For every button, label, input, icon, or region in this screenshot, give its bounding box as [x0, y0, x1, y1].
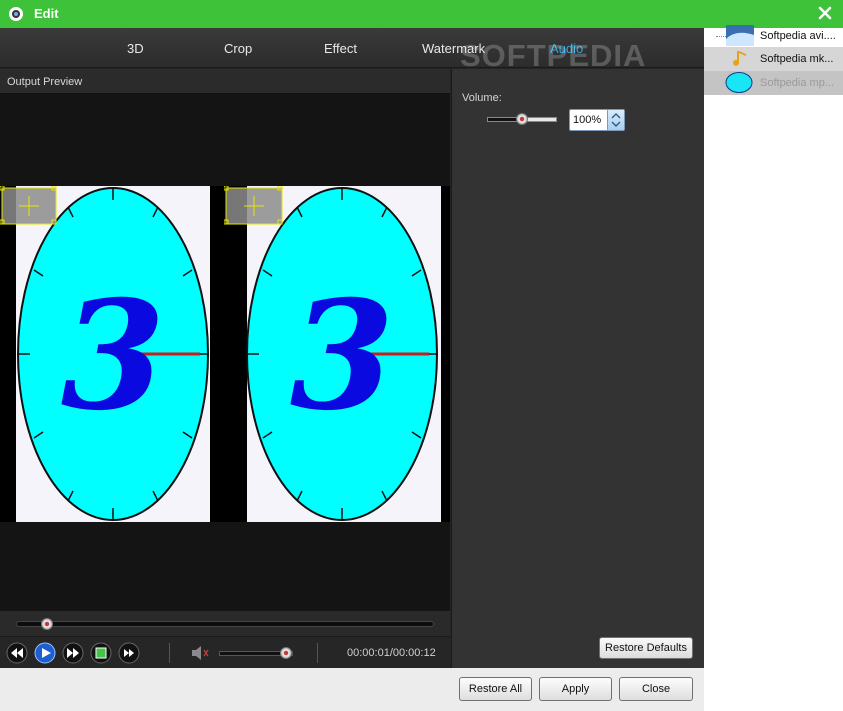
file-name: Softpedia mp... — [760, 77, 834, 89]
edit-tabs: 3D Crop Effect Watermark Audio SOFTPEDIA — [0, 28, 704, 73]
video-thumbnail-icon — [725, 72, 753, 93]
volume-slider-thumb[interactable] — [516, 113, 528, 125]
app-logo-icon — [9, 7, 23, 21]
player-volume-thumb[interactable] — [280, 647, 292, 659]
volume-spinbox[interactable]: 100% — [569, 109, 625, 131]
video-thumbnail-icon — [726, 25, 754, 46]
close-window-icon[interactable] — [817, 5, 833, 21]
audio-settings-panel: Volume: 100% Restore Defaults — [451, 69, 704, 668]
file-item-disabled[interactable]: Softpedia mp... — [704, 71, 843, 95]
player-controls: 00:00:01/00:00:12 — [0, 636, 450, 668]
next-frame-icon[interactable] — [118, 642, 140, 664]
output-preview-panel: Output Preview 3 3 00:00:01/00:00:12 — [0, 69, 450, 668]
fast-forward-icon[interactable] — [62, 642, 84, 664]
play-icon[interactable] — [34, 642, 56, 664]
volume-value[interactable]: 100% — [573, 114, 601, 126]
restore-all-button[interactable]: Restore All — [459, 677, 532, 701]
chevron-up-icon[interactable] — [611, 112, 621, 119]
apply-button[interactable]: Apply — [539, 677, 612, 701]
rewind-icon[interactable] — [6, 642, 28, 664]
file-name: Softpedia avi.... — [760, 30, 836, 42]
window-title: Edit — [34, 6, 59, 21]
file-item-selected[interactable]: Softpedia mk... — [704, 47, 843, 71]
timecode: 00:00:01/00:00:12 — [347, 647, 436, 659]
divider — [317, 643, 318, 663]
tab-crop[interactable]: Crop — [224, 41, 252, 56]
preview-header: Output Preview — [0, 69, 450, 94]
file-name: Softpedia mk... — [760, 53, 834, 65]
countdown-digit: 3 — [61, 268, 165, 444]
speaker-icon[interactable] — [190, 644, 210, 662]
preview-title: Output Preview — [7, 76, 83, 88]
divider — [169, 643, 170, 663]
volume-label: Volume: — [462, 92, 502, 104]
music-note-icon — [733, 51, 746, 66]
video-preview: 3 3 — [0, 186, 450, 522]
seek-thumb[interactable] — [41, 618, 53, 630]
file-item[interactable]: Softpedia avi.... — [704, 24, 843, 48]
seek-bar[interactable] — [16, 621, 434, 627]
close-button[interactable]: Close — [619, 677, 693, 701]
stop-icon[interactable] — [90, 642, 112, 664]
restore-defaults-button[interactable]: Restore Defaults — [599, 637, 693, 659]
volume-stepper[interactable] — [607, 110, 624, 130]
editor-main: 3D Crop Effect Watermark Audio SOFTPEDIA… — [0, 28, 704, 668]
tab-3d[interactable]: 3D — [127, 41, 144, 56]
seek-bar-area — [0, 611, 450, 636]
edit-window: Edit 3D Crop Effect Watermark Audio SOFT… — [0, 0, 843, 711]
chevron-down-icon[interactable] — [611, 121, 621, 128]
tab-effect[interactable]: Effect — [324, 41, 357, 56]
dialog-button-bar: Restore All Apply Close — [0, 668, 704, 711]
countdown-digit: 3 — [290, 268, 394, 444]
file-list: Softpedia avi.... Softpedia mk... Softpe… — [704, 25, 843, 711]
video-frame-right: 3 — [224, 186, 450, 522]
video-frame-left: 3 — [0, 186, 226, 522]
